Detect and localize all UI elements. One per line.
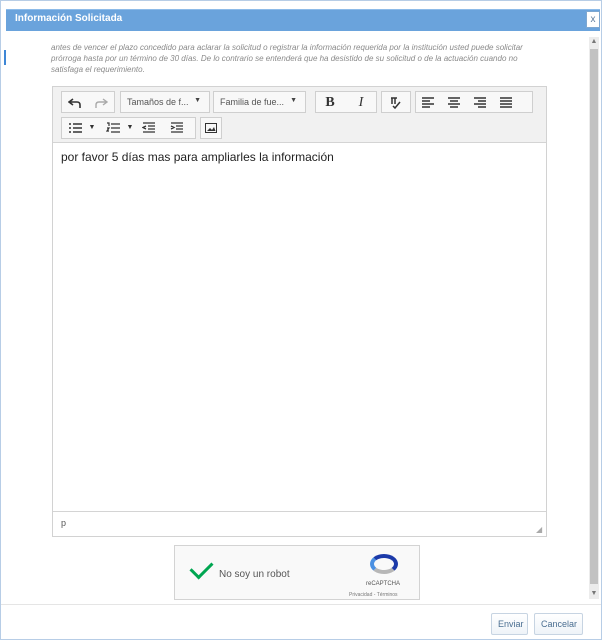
checkmark-icon[interactable]	[189, 555, 214, 580]
chevron-down-icon: ▼	[290, 97, 297, 104]
spellcheck-icon-svg	[391, 96, 401, 109]
outdent-icon-svg	[142, 121, 155, 133]
dialog-titlebar[interactable]: Información Solicitada x	[6, 9, 600, 31]
align-right-icon[interactable]	[471, 93, 489, 112]
rich-text-editor[interactable]: Tamaños de f... ▼ Familia de fue... ▼ B …	[52, 86, 547, 537]
instruction-text: antes de vencer el plazo concedido para …	[51, 43, 523, 74]
captcha-links[interactable]: Privacidad - Términos	[349, 592, 398, 598]
indent-icon[interactable]	[167, 118, 187, 137]
align-center-icon[interactable]	[445, 93, 463, 112]
justify-icon-svg	[500, 96, 512, 108]
bullet-list-dropdown[interactable]: ▼	[87, 118, 97, 137]
align-left-icon-svg	[422, 96, 434, 108]
recaptcha-logo-icon	[370, 554, 398, 574]
bullet-list-icon[interactable]	[65, 118, 87, 137]
dialog-title: Información Solicitada	[15, 13, 123, 24]
left-accent	[4, 50, 6, 65]
italic-button[interactable]: I	[352, 93, 370, 112]
font-size-label: Tamaños de f...	[127, 97, 189, 107]
send-button[interactable]: Enviar	[491, 613, 528, 635]
undo-icon-svg	[68, 97, 81, 108]
resize-handle-icon[interactable]: ◢	[536, 526, 544, 534]
editor-toolbar: Tamaños de f... ▼ Familia de fue... ▼ B …	[53, 87, 546, 143]
spellcheck-icon[interactable]	[387, 93, 405, 112]
close-icon[interactable]: x	[586, 11, 600, 28]
justify-icon[interactable]	[497, 93, 515, 112]
redo-icon[interactable]	[91, 93, 111, 112]
captcha-label: No soy un robot	[219, 569, 290, 580]
vertical-scrollbar[interactable]: ▲ ▼	[589, 37, 599, 599]
undo-icon[interactable]	[65, 93, 85, 112]
bullet-list-icon-svg	[69, 122, 82, 133]
numbered-list-dropdown[interactable]: ▼	[125, 118, 135, 137]
information-dialog: Información Solicitada x antes de vencer…	[0, 0, 602, 640]
scroll-down-icon[interactable]: ▼	[589, 589, 599, 599]
element-path: p	[61, 518, 67, 528]
scroll-up-icon[interactable]: ▲	[589, 37, 599, 47]
outdent-icon[interactable]	[139, 118, 159, 137]
numbered-list-icon-svg	[106, 121, 120, 133]
align-center-icon-svg	[448, 96, 460, 108]
align-left-icon[interactable]	[419, 93, 437, 112]
redo-icon-svg	[95, 97, 108, 108]
editor-statusbar: p ◢	[53, 511, 546, 536]
editor-content[interactable]: por favor 5 días mas para ampliarles la …	[61, 150, 334, 164]
bold-button[interactable]: B	[321, 93, 339, 112]
numbered-list-icon[interactable]	[103, 118, 125, 137]
cancel-button[interactable]: Cancelar	[534, 613, 583, 635]
image-icon-svg	[205, 122, 217, 133]
recaptcha-widget[interactable]: No soy un robot reCAPTCHA Privacidad - T…	[174, 545, 420, 600]
font-family-dropdown[interactable]: Familia de fue... ▼	[213, 91, 306, 113]
chevron-down-icon: ▼	[194, 97, 201, 104]
align-right-icon-svg	[474, 96, 486, 108]
font-size-dropdown[interactable]: Tamaños de f... ▼	[120, 91, 210, 113]
indent-icon-svg	[170, 121, 183, 133]
image-icon[interactable]	[202, 118, 220, 137]
dialog-footer: Enviar Cancelar	[1, 604, 601, 641]
font-family-label: Familia de fue...	[220, 97, 285, 107]
captcha-brand: reCAPTCHA	[366, 581, 401, 587]
scrollbar-thumb[interactable]	[590, 49, 598, 584]
